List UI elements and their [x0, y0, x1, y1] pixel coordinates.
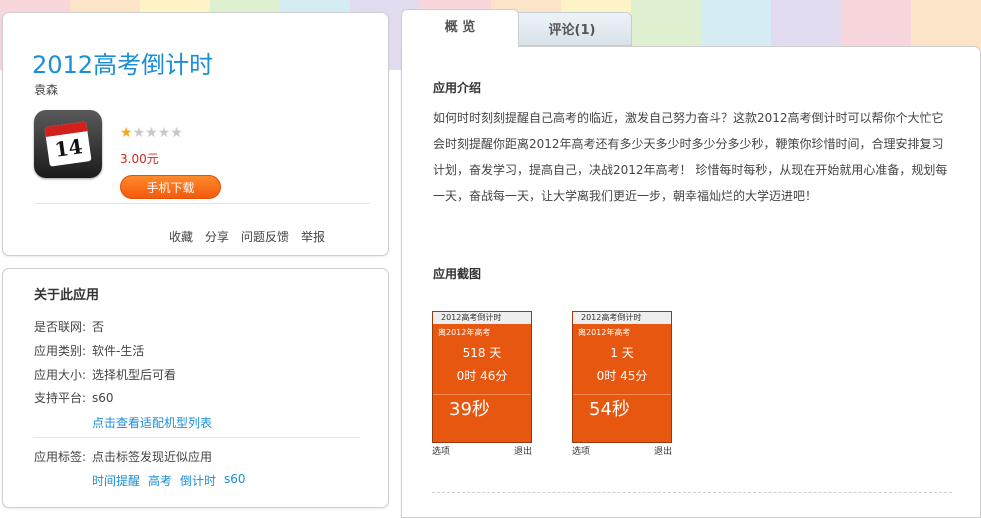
info-row-size: 应用大小: 选择机型后可看 — [34, 366, 176, 383]
device-list-link[interactable]: 点击查看适配机型列表 — [92, 414, 212, 431]
tag-list: 时间提醒 高考 倒计时 s60 — [92, 472, 246, 489]
rating-stars: ★★★★★ — [120, 125, 183, 141]
screenshot-hours-minutes: 0时 46分 — [456, 369, 508, 383]
share-link[interactable]: 分享 — [205, 228, 229, 245]
star-icon: ★ — [132, 125, 146, 141]
screenshot-softkeys: 选项 退出 — [432, 444, 532, 457]
app-icon: 14 — [34, 110, 102, 178]
screenshot-titlebar: 2012高考倒计时 — [433, 312, 531, 324]
screenshot-2[interactable]: 2012高考倒计时 离2012年高考 1 天 0时 45分 54秒 — [572, 311, 672, 443]
screenshot-days: 518 天 — [462, 346, 502, 360]
info-key: 应用类别: — [34, 344, 87, 358]
softkey-right: 退出 — [513, 447, 532, 457]
download-button[interactable]: 手机下载 — [120, 175, 221, 199]
tag-link[interactable]: 时间提醒 — [92, 472, 140, 489]
info-key: 应用标签: — [34, 450, 87, 464]
favorite-link[interactable]: 收藏 — [169, 228, 193, 245]
info-row-category: 应用类别: 软件-生活 — [34, 342, 144, 359]
divider — [34, 437, 360, 438]
action-links: 收藏 分享 问题反馈 举报 — [169, 228, 325, 245]
report-link[interactable]: 举报 — [301, 228, 325, 245]
info-key: 是否联网: — [34, 320, 87, 334]
screenshots-title: 应用截图 — [433, 267, 482, 281]
tag-link[interactable]: s60 — [224, 472, 246, 489]
screenshot-seconds: 39秒 — [433, 394, 531, 421]
about-title: 关于此应用 — [34, 288, 100, 303]
info-key: 应用大小: — [34, 368, 87, 382]
app-title: 2012高考倒计时 — [32, 51, 214, 79]
screenshot-softkeys: 选项 退出 — [572, 444, 672, 457]
star-icon: ★ — [157, 125, 171, 141]
tag-link[interactable]: 倒计时 — [180, 472, 216, 489]
intro-title: 应用介绍 — [433, 81, 482, 95]
star-icon: ★ — [145, 125, 158, 141]
softkey-left: 选项 — [432, 447, 451, 457]
app-price: 3.00元 — [120, 152, 159, 166]
tag-link[interactable]: 高考 — [148, 472, 172, 489]
screenshot-titlebar: 2012高考倒计时 — [573, 312, 671, 324]
info-value: s60 — [92, 391, 114, 405]
section-divider — [432, 492, 952, 493]
calendar-number: 14 — [53, 134, 85, 162]
info-row-network: 是否联网: 否 — [34, 318, 104, 335]
screenshot-days: 1 天 — [610, 346, 634, 360]
overview-panel: 应用介绍 如何时时刻刻提醒自己高考的临近，激发自己努力奋斗？这款2012高考倒计… — [401, 46, 981, 518]
info-value: 否 — [92, 320, 105, 334]
info-row-platform: 支持平台: s60 — [34, 389, 114, 406]
calendar-icon: 14 — [44, 121, 92, 167]
softkey-right: 退出 — [653, 447, 672, 457]
info-value: 选择机型后可看 — [92, 368, 177, 382]
softkey-left: 选项 — [572, 447, 591, 457]
app-author: 袁森 — [34, 83, 59, 97]
star-icon: ★ — [170, 125, 183, 141]
screenshot-heading: 离2012年高考 — [438, 328, 491, 337]
star-icon: ★ — [120, 125, 133, 141]
tab-comments[interactable]: 评论(1) — [512, 12, 632, 46]
info-key: 支持平台: — [34, 391, 87, 405]
divider — [34, 203, 370, 204]
screenshot-heading: 离2012年高考 — [578, 328, 631, 337]
about-app-card: 关于此应用 是否联网: 否 应用类别: 软件-生活 应用大小: 选择机型后可看 支持平… — [2, 268, 389, 508]
app-summary-card: 2012高考倒计时 袁森 14 ★★★★★ 3.00元 手机下载 收藏 分享 问… — [2, 12, 389, 256]
tab-overview[interactable]: 概 览 — [401, 9, 519, 47]
tags-hint: 点击标签发现近似应用 — [92, 450, 213, 464]
screenshot-hours-minutes: 0时 45分 — [596, 369, 648, 383]
intro-text: 如何时时刻刻提醒自己高考的临近，激发自己努力奋斗？这款2012高考倒计时可以帮你… — [433, 111, 948, 203]
info-row-tags: 应用标签: 点击标签发现近似应用 — [34, 448, 212, 465]
screenshot-seconds: 54秒 — [573, 394, 671, 421]
info-value: 软件-生活 — [92, 344, 145, 358]
feedback-link[interactable]: 问题反馈 — [241, 228, 289, 245]
screenshot-1[interactable]: 2012高考倒计时 离2012年高考 518 天 0时 46分 39秒 — [432, 311, 532, 443]
